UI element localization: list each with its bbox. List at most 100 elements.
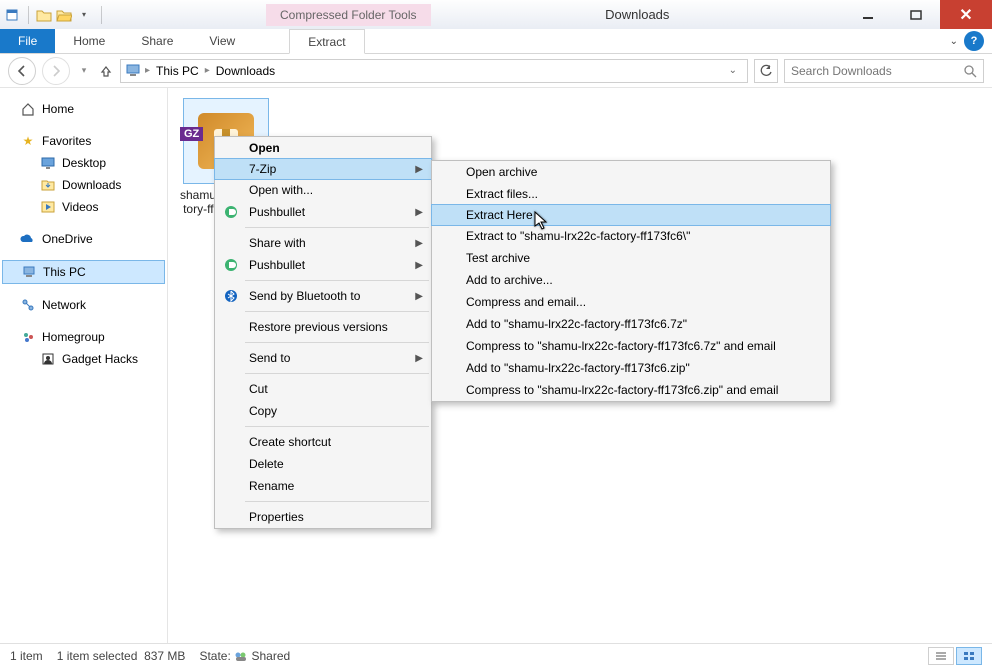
properties-icon[interactable] xyxy=(4,6,22,24)
search-icon[interactable] xyxy=(963,64,977,78)
sidebar-network[interactable]: Network xyxy=(0,294,167,316)
sidebar-item-videos[interactable]: Videos xyxy=(0,196,167,218)
recent-locations-icon[interactable]: ▾ xyxy=(76,65,92,76)
sidebar-item-downloads[interactable]: Downloads xyxy=(0,174,167,196)
submenu-open-archive[interactable]: Open archive xyxy=(432,161,830,183)
window-title: Downloads xyxy=(431,7,844,22)
back-button[interactable] xyxy=(8,57,36,85)
submenu-extract-here[interactable]: Extract Here xyxy=(431,204,831,226)
sidebar-onedrive[interactable]: OneDrive xyxy=(0,228,167,250)
contextual-tab-label: Compressed Folder Tools xyxy=(266,4,431,26)
menu-pushbullet[interactable]: Pushbullet▶ xyxy=(215,201,431,223)
submenu-compress-email[interactable]: Compress and email... xyxy=(432,291,830,313)
nav-bar: ▾ ▸ This PC ▸ Downloads ⌄ xyxy=(0,54,992,88)
view-buttons xyxy=(928,647,982,665)
submenu-arrow-icon: ▶ xyxy=(415,238,423,249)
menu-open[interactable]: Open xyxy=(215,137,431,159)
menu-rename[interactable]: Rename xyxy=(215,475,431,497)
menu-copy[interactable]: Copy xyxy=(215,400,431,422)
submenu-add-7z[interactable]: Add to "shamu-lrx22c-factory-ff173fc6.7z… xyxy=(432,313,830,335)
status-item-count: 1 item xyxy=(10,649,43,663)
tab-share[interactable]: Share xyxy=(123,29,191,53)
sidebar-favorites[interactable]: ★Favorites xyxy=(0,130,167,152)
submenu-extract-to[interactable]: Extract to "shamu-lrx22c-factory-ff173fc… xyxy=(432,225,830,247)
submenu-compress-zip-email[interactable]: Compress to "shamu-lrx22c-factory-ff173f… xyxy=(432,379,830,401)
separator xyxy=(245,426,429,427)
home-icon xyxy=(20,101,36,117)
minimize-button[interactable] xyxy=(844,0,892,29)
breadcrumb-segment[interactable]: This PC xyxy=(152,64,203,78)
help-icon[interactable]: ? xyxy=(964,31,984,51)
status-selected: 1 item selected 837 MB xyxy=(57,649,186,663)
refresh-button[interactable] xyxy=(754,59,778,83)
address-bar[interactable]: ▸ This PC ▸ Downloads ⌄ xyxy=(120,59,748,83)
pushbullet-icon xyxy=(221,258,241,272)
forward-button[interactable] xyxy=(42,57,70,85)
search-input[interactable] xyxy=(791,64,963,78)
desktop-icon xyxy=(40,155,56,171)
submenu-test-archive[interactable]: Test archive xyxy=(432,247,830,269)
close-button[interactable]: ✕ xyxy=(940,0,992,29)
pc-icon xyxy=(21,264,37,280)
sidebar-item-gadgethacks[interactable]: Gadget Hacks xyxy=(0,348,167,370)
separator xyxy=(245,342,429,343)
qat-dropdown-icon[interactable]: ▾ xyxy=(75,6,93,24)
separator xyxy=(245,311,429,312)
open-folder-icon[interactable] xyxy=(55,6,73,24)
menu-pushbullet2[interactable]: Pushbullet▶ xyxy=(215,254,431,276)
star-icon: ★ xyxy=(20,133,36,149)
sidebar-label: Network xyxy=(42,298,86,312)
menu-properties[interactable]: Properties xyxy=(215,506,431,528)
sidebar-home[interactable]: Home xyxy=(0,98,167,120)
maximize-button[interactable] xyxy=(892,0,940,29)
separator xyxy=(245,227,429,228)
separator xyxy=(245,373,429,374)
status-bar: 1 item 1 item selected 837 MB State: Sha… xyxy=(0,643,992,667)
sidebar-label: Videos xyxy=(62,200,98,214)
onedrive-icon xyxy=(20,231,36,247)
menu-sharewith[interactable]: Share with▶ xyxy=(215,232,431,254)
sidebar-item-desktop[interactable]: Desktop xyxy=(0,152,167,174)
sidebar-label: Home xyxy=(42,102,74,116)
menu-sendto[interactable]: Send to▶ xyxy=(215,347,431,369)
new-folder-icon[interactable] xyxy=(35,6,53,24)
tab-extract[interactable]: Extract xyxy=(289,29,364,54)
homegroup-icon xyxy=(20,329,36,345)
sidebar-label: Desktop xyxy=(62,156,106,170)
submenu-arrow-icon: ▶ xyxy=(415,207,423,218)
status-state: State: Shared xyxy=(199,649,290,663)
menu-restore[interactable]: Restore previous versions xyxy=(215,316,431,338)
window-controls: ✕ xyxy=(844,0,992,29)
search-box[interactable] xyxy=(784,59,984,83)
downloads-icon xyxy=(40,177,56,193)
details-view-button[interactable] xyxy=(928,647,954,665)
submenu-add-zip[interactable]: Add to "shamu-lrx22c-factory-ff173fc6.zi… xyxy=(432,357,830,379)
address-dropdown-icon[interactable]: ⌄ xyxy=(723,65,743,76)
tab-home[interactable]: Home xyxy=(55,29,123,53)
sidebar-thispc[interactable]: This PC xyxy=(2,260,165,284)
menu-7zip[interactable]: 7-Zip▶ xyxy=(214,158,432,180)
icons-view-button[interactable] xyxy=(956,647,982,665)
videos-icon xyxy=(40,199,56,215)
tab-view[interactable]: View xyxy=(191,29,253,53)
menu-cut[interactable]: Cut xyxy=(215,378,431,400)
breadcrumb-segment[interactable]: Downloads xyxy=(212,64,279,78)
submenu-compress-7z-email[interactable]: Compress to "shamu-lrx22c-factory-ff173f… xyxy=(432,335,830,357)
sidebar-label: Gadget Hacks xyxy=(62,352,138,366)
separator xyxy=(28,6,29,24)
sidebar-homegroup[interactable]: Homegroup xyxy=(0,326,167,348)
titlebar: ▾ Compressed Folder Tools Downloads ✕ xyxy=(0,0,992,29)
submenu-add-archive[interactable]: Add to archive... xyxy=(432,269,830,291)
context-menu: Open 7-Zip▶ Open with... Pushbullet▶ Sha… xyxy=(214,136,432,529)
sidebar-label: This PC xyxy=(43,265,86,279)
up-button[interactable] xyxy=(98,64,114,78)
submenu-extract-files[interactable]: Extract files... xyxy=(432,183,830,205)
file-tab[interactable]: File xyxy=(0,29,55,53)
menu-openwith[interactable]: Open with... xyxy=(215,179,431,201)
menu-delete[interactable]: Delete xyxy=(215,453,431,475)
chevron-right-icon[interactable]: ▸ xyxy=(145,65,150,76)
ribbon-expand-icon[interactable]: ⌄ xyxy=(944,36,964,47)
chevron-right-icon[interactable]: ▸ xyxy=(205,65,210,76)
menu-bluetooth[interactable]: Send by Bluetooth to▶ xyxy=(215,285,431,307)
menu-shortcut[interactable]: Create shortcut xyxy=(215,431,431,453)
